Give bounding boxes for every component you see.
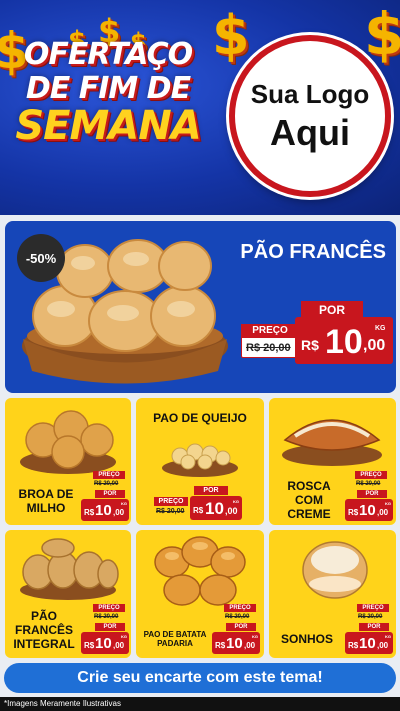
- por-label: POR: [357, 490, 387, 498]
- price-decimals: ,00: [377, 508, 389, 517]
- old-price: R$ 20,00: [246, 342, 291, 354]
- price-integer: 10: [359, 635, 376, 652]
- por-label: POR: [194, 486, 228, 495]
- create-flyer-button[interactable]: Crie seu encarte com este tema!: [4, 663, 396, 693]
- logo-placeholder: Sua Logo Aqui: [229, 35, 391, 197]
- old-price: R$ 20,00: [358, 614, 383, 620]
- broa-image: [20, 410, 116, 474]
- old-price: R$ 20,00: [94, 481, 119, 487]
- preco-label: PREÇO: [224, 604, 256, 612]
- product-card-pao-de-queijo[interactable]: PAO DE QUEIJO POR PREÇO R$ 20,00 R$ 10 ,…: [136, 398, 264, 525]
- preco-label: PREÇO: [93, 604, 125, 612]
- pao-integral-image: [20, 538, 119, 600]
- price-integer: 10: [205, 499, 224, 518]
- price-currency: R$: [84, 641, 95, 650]
- current-price: R$ 10 ,00 KG: [190, 496, 242, 520]
- headline-line-1: OFERTAÇO: [23, 37, 193, 72]
- headline: OFERTAÇO DE FIM DE SEMANA: [8, 37, 208, 149]
- por-label: POR: [226, 623, 256, 631]
- price-currency: R$: [84, 508, 95, 517]
- current-price: R$ 10 ,00 KG: [345, 632, 393, 654]
- current-price: R$ 10 ,00 KG: [81, 499, 129, 521]
- logo-text-line-1: Sua Logo: [250, 78, 370, 109]
- product-name: PÃO FRANCÊS INTEGRAL: [13, 609, 75, 651]
- price-unit: KG: [385, 634, 391, 639]
- price-unit: KG: [252, 634, 258, 639]
- product-name: ROSCA COM CREME: [287, 479, 331, 521]
- disclaimer: *Imagens Meramente Ilustrativas: [0, 697, 400, 711]
- featured-product-card[interactable]: -50% PÃO FRANCÊS POR PREÇO R$ 20,00 R$ 1…: [5, 221, 396, 393]
- price-unit: KG: [375, 325, 386, 332]
- discount-badge: -50%: [17, 234, 65, 282]
- price-integer: 10: [359, 502, 376, 519]
- product-name: BROA DE MILHO: [18, 487, 74, 515]
- current-price: R$ 10 ,00 KG: [212, 632, 260, 654]
- product-card-broa[interactable]: BROA DE MILHO PREÇO R$ 20,00 POR R$ 10 ,…: [5, 398, 131, 525]
- price-integer: 10: [95, 502, 112, 519]
- por-label: POR: [95, 623, 125, 631]
- product-name: PAO DE BATATA PADARIA: [143, 630, 207, 649]
- price-decimals: ,00: [113, 641, 125, 650]
- price-unit: KG: [121, 501, 127, 506]
- preco-label: PREÇO: [357, 604, 389, 612]
- pao-de-queijo-image: [162, 443, 238, 477]
- current-price: R$ 10 ,00 KG: [295, 317, 393, 364]
- dollar-icon: $: [364, 0, 400, 68]
- price-currency: R$: [215, 641, 226, 650]
- price-currency: R$: [348, 641, 359, 650]
- logo-text-line-2: Aqui: [270, 111, 350, 153]
- price-decimals: ,00: [363, 337, 386, 354]
- rosca-image: [282, 419, 382, 466]
- product-card-rosca[interactable]: ROSCA COM CREME PREÇO R$ 20,00 POR R$ 10…: [269, 398, 396, 525]
- price-currency: R$: [301, 337, 319, 353]
- sonho-image: [302, 541, 368, 599]
- headline-line-3: SEMANA: [15, 103, 201, 149]
- price-decimals: ,00: [113, 508, 125, 517]
- flyer: $ $ $ $ $ $ OFERTAÇO DE FIM DE SEMANA Su…: [0, 0, 400, 711]
- por-label: POR: [95, 490, 125, 498]
- headline-line-2: DE FIM DE: [25, 71, 191, 106]
- por-label: POR: [359, 623, 389, 631]
- price-decimals: ,00: [377, 641, 389, 650]
- old-price: R$ 20,00: [225, 614, 250, 620]
- price-integer: 10: [226, 635, 243, 652]
- preco-label: PREÇO: [154, 497, 188, 506]
- header-banner: $ $ $ $ $ $ OFERTAÇO DE FIM DE SEMANA Su…: [0, 0, 400, 215]
- pao-de-batata-image: [154, 536, 246, 606]
- product-name: SONHOS: [280, 632, 333, 646]
- price-unit: KG: [233, 499, 239, 504]
- featured-product-name: PÃO FRANCÊS: [240, 241, 386, 263]
- preco-label: PREÇO: [93, 471, 125, 479]
- current-price: R$ 10 ,00 KG: [81, 632, 129, 654]
- old-price: R$ 20,00: [94, 614, 119, 620]
- current-price: R$ 10 ,00 KG: [345, 499, 393, 521]
- product-card-pao-de-batata[interactable]: PAO DE BATATA PADARIA PREÇO R$ 20,00 POR…: [136, 530, 264, 658]
- price-integer: 10: [325, 323, 363, 361]
- old-price: R$ 20,00: [156, 508, 185, 515]
- old-price: R$ 20,00: [356, 481, 381, 487]
- product-card-sonhos[interactable]: SONHOS PREÇO R$ 20,00 POR R$ 10 ,00 KG: [269, 530, 396, 658]
- price-currency: R$: [348, 508, 359, 517]
- product-card-pao-integral[interactable]: PÃO FRANCÊS INTEGRAL PREÇO R$ 20,00 POR …: [5, 530, 131, 658]
- dollar-icon: $: [212, 4, 250, 67]
- price-decimals: ,00: [225, 506, 238, 516]
- price-decimals: ,00: [244, 641, 256, 650]
- price-integer: 10: [95, 635, 112, 652]
- price-unit: KG: [121, 634, 127, 639]
- price-unit: KG: [385, 501, 391, 506]
- price-currency: R$: [193, 506, 204, 515]
- preco-label: PREÇO: [241, 324, 299, 338]
- old-price-box: PREÇO R$ 20,00: [241, 324, 299, 358]
- preco-label: PREÇO: [355, 471, 387, 479]
- product-name: PAO DE QUEIJO: [153, 411, 247, 425]
